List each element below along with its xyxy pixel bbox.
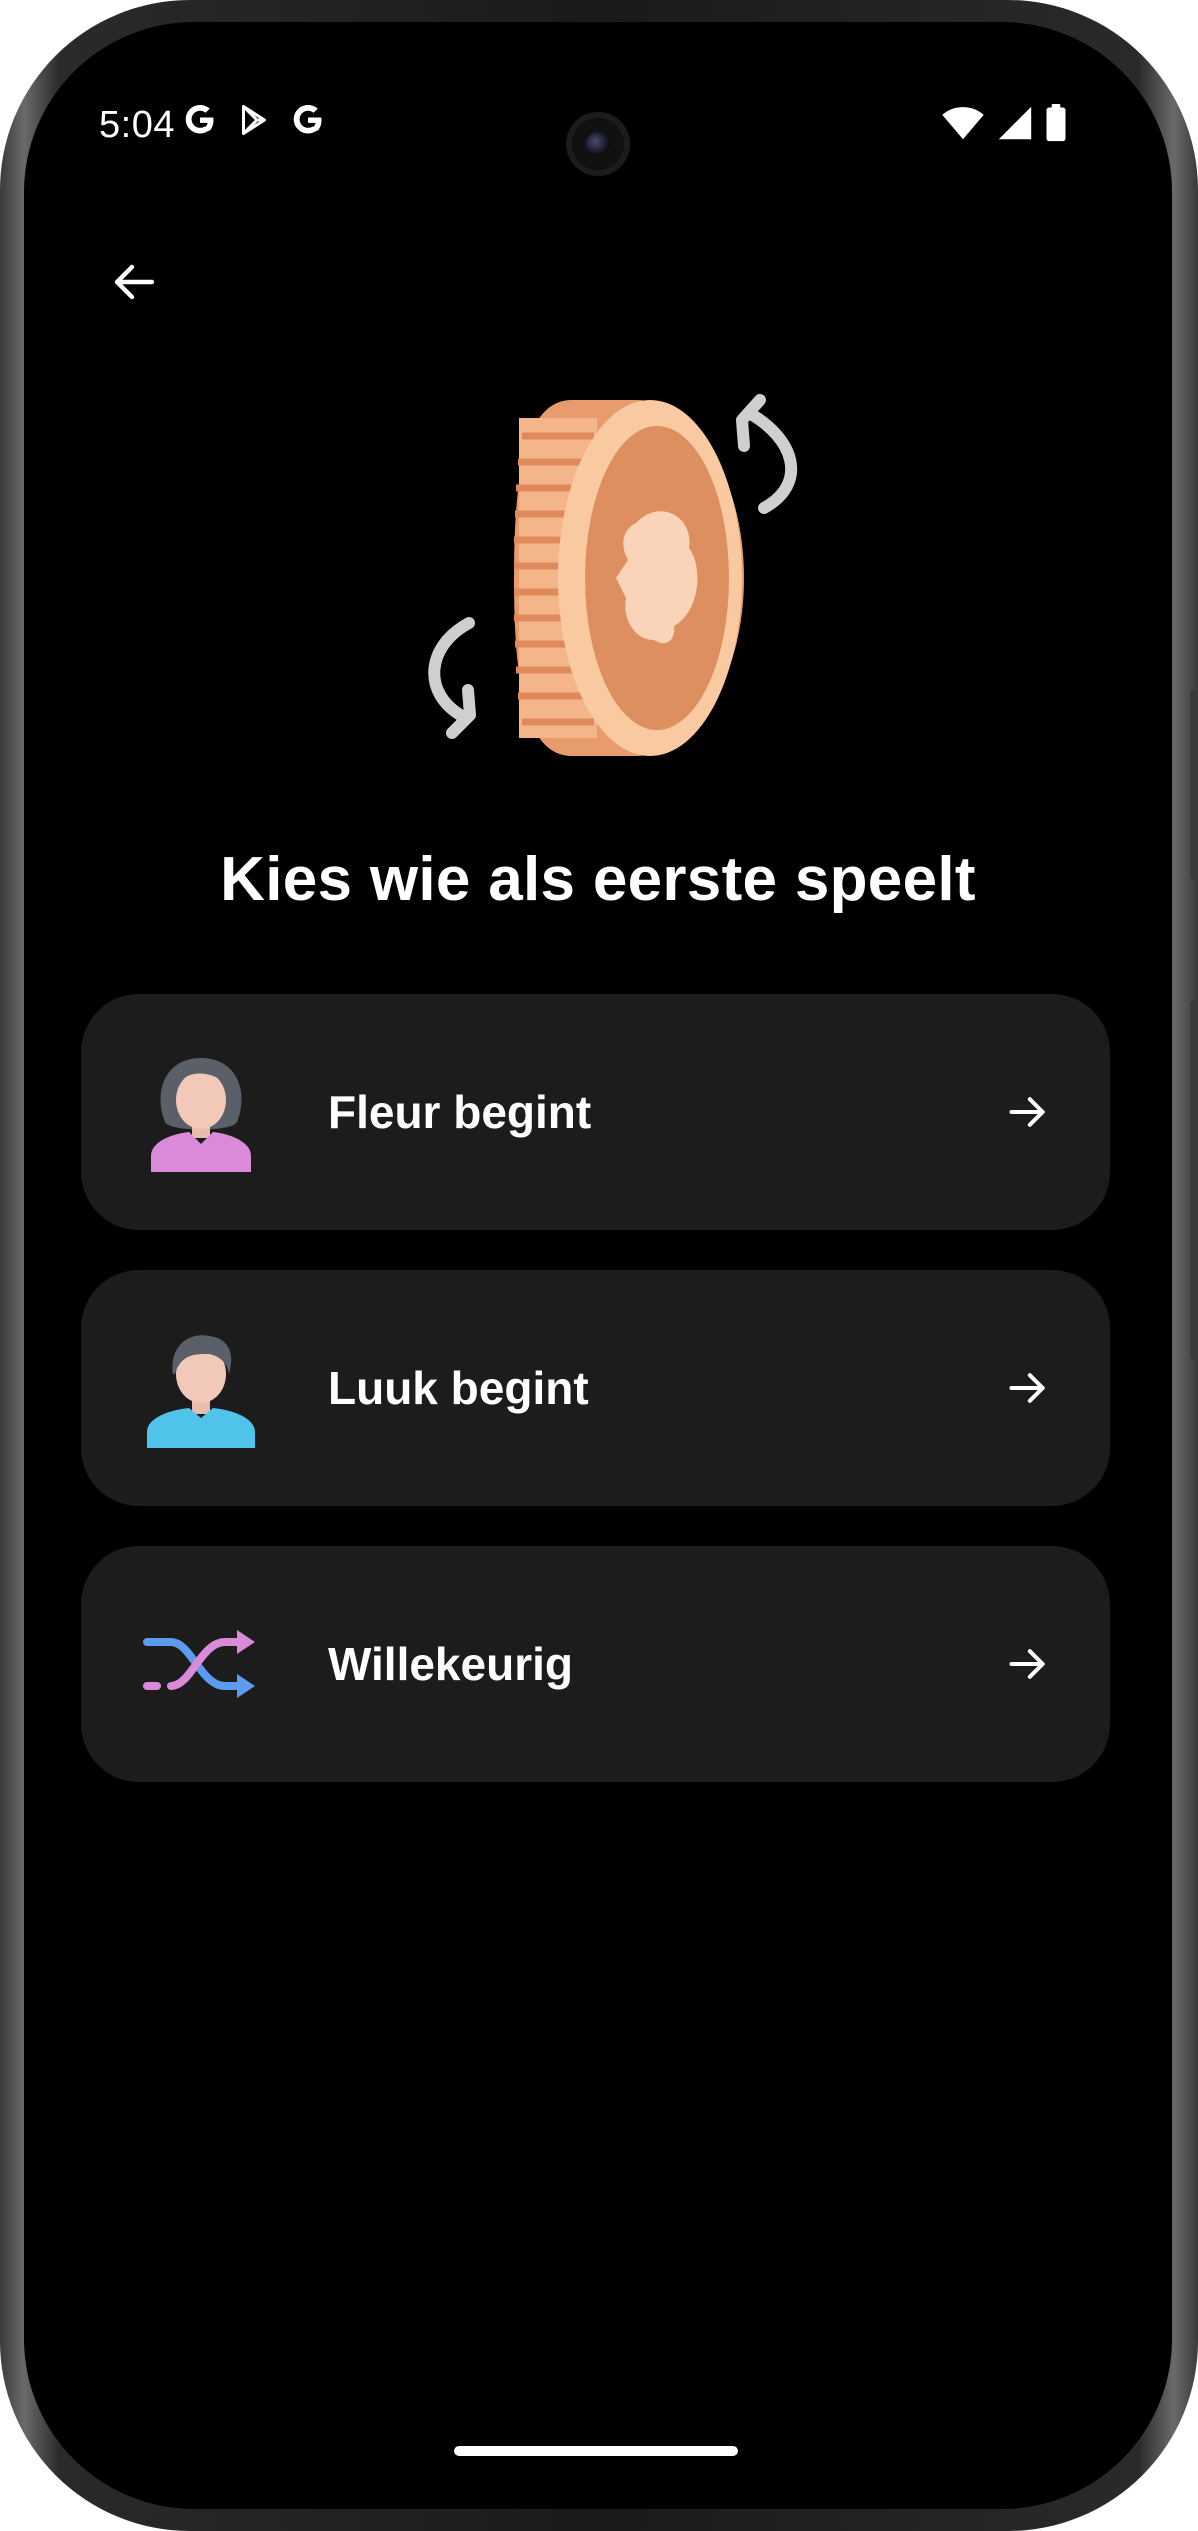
home-indicator[interactable]	[454, 2446, 738, 2456]
screen: 5:04 Kies wie als eerste speelt Fleur be…	[24, 22, 1172, 2509]
arrow-left-icon	[114, 264, 155, 300]
option-label: Luuk begint	[328, 1362, 589, 1414]
power-button	[1190, 690, 1198, 880]
arrow-right-icon	[1009, 1649, 1045, 1679]
option-fleur-starts[interactable]: Fleur begint	[81, 994, 1110, 1230]
page-title: Kies wie als eerste speelt	[220, 845, 976, 914]
female-avatar-icon	[151, 1058, 251, 1172]
back-button[interactable]	[94, 242, 174, 322]
play-store-icon	[242, 105, 266, 135]
option-label: Willekeurig	[328, 1638, 573, 1690]
option-random[interactable]: Willekeurig	[81, 1546, 1110, 1782]
front-camera	[566, 112, 630, 176]
volume-button	[1190, 1000, 1198, 1360]
option-luuk-starts[interactable]: Luuk begint	[81, 1270, 1110, 1506]
google-icon	[185, 105, 214, 134]
status-time: 5:04	[99, 104, 175, 146]
male-avatar-icon	[147, 1335, 255, 1448]
coin-flip-icon	[428, 394, 798, 756]
arrow-right-icon	[1009, 1373, 1045, 1403]
signal-icon	[998, 106, 1032, 140]
status-icons-left	[182, 102, 326, 138]
shuffle-icon	[143, 1630, 255, 1698]
battery-icon	[1046, 104, 1066, 142]
arrow-right-icon	[1009, 1097, 1045, 1127]
option-label: Fleur begint	[328, 1086, 592, 1138]
wifi-icon	[942, 107, 984, 140]
google-icon	[293, 105, 322, 134]
status-icons-right	[941, 104, 1067, 142]
phone-frame: 5:04 Kies wie als eerste speelt Fleur be…	[0, 0, 1198, 2531]
